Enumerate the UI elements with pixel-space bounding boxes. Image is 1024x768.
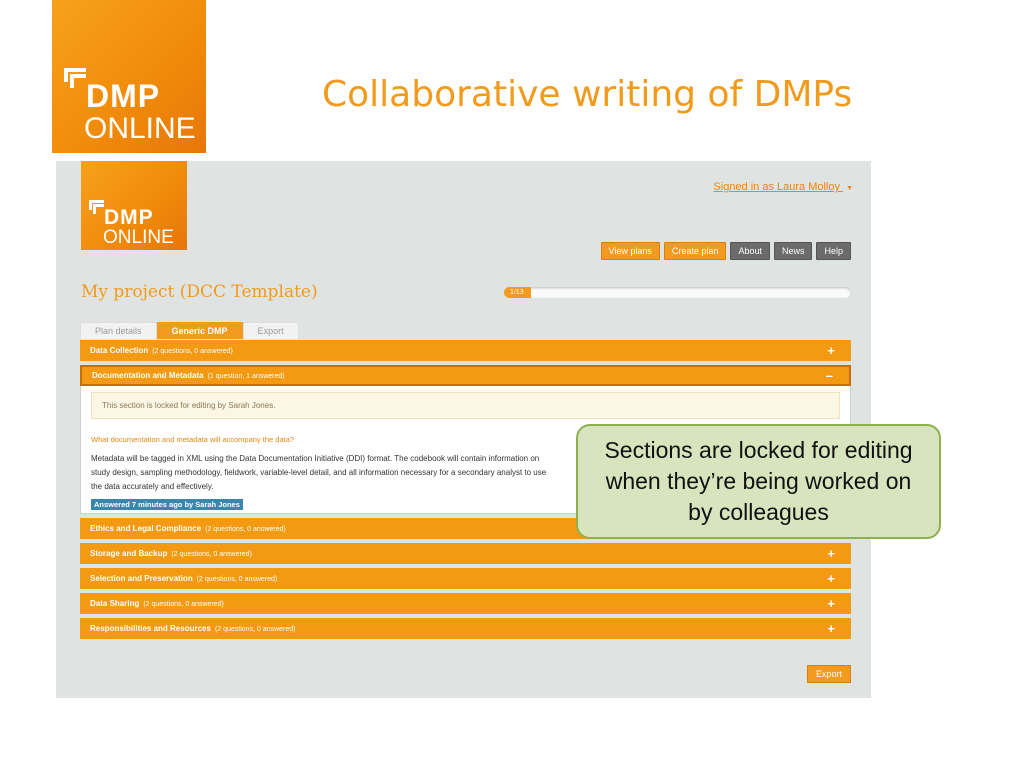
section-name: Responsibilities and Resources [90,624,211,633]
section-count: (1 question, 1 answered) [207,373,285,380]
progress-fill: 1/13 [504,287,531,298]
section-count: (2 questions, 0 answered) [214,626,296,633]
tab-generic-dmp[interactable]: Generic DMP [156,322,243,339]
section-documentation-metadata[interactable]: Documentation and Metadata (1 question, 1… [80,365,851,386]
answered-badge: Answered 7 minutes ago by Sarah Jones [91,499,243,510]
section-count: (2 questions, 0 answered) [152,348,233,355]
section-name: Ethics and Legal Compliance [90,524,202,533]
section-name: Storage and Backup [90,549,168,558]
expand-icon[interactable]: + [827,618,835,639]
plan-tabs: Plan details Generic DMP Export [80,322,299,339]
signed-in-menu[interactable]: Signed in as Laura Molloy ▼ [713,181,853,193]
section-count: (2 questions, 0 answered) [143,601,224,608]
tab-export[interactable]: Export [242,322,299,339]
answer-text: Metadata will be tagged in XML using the… [91,454,547,491]
section-responsibilities-resources[interactable]: Responsibilities and Resources (2 questio… [80,618,851,639]
progress-label: 1/13 [510,289,524,296]
signed-in-label: Signed in as Laura Molloy [713,181,840,193]
help-button[interactable]: Help [816,242,851,260]
section-count: (2 questions, 0 answered) [196,576,278,583]
dmponline-mark-icon [64,68,88,94]
dmponline-logo: DMP ONLINE [52,0,206,153]
section-name: Data Collection [90,346,149,355]
logo-text-online: ONLINE [103,227,174,248]
logo-text-dmp: DMP [86,78,161,114]
tab-plan-details[interactable]: Plan details [80,322,157,339]
callout-text: Sections are locked for editing when the… [604,437,913,525]
expand-icon[interactable]: + [827,593,835,614]
create-plan-button[interactable]: Create plan [663,242,727,260]
view-plans-button[interactable]: View plans [600,242,660,260]
section-count: (2 questions, 0 answered) [205,526,286,533]
top-nav: View plans Create plan About News Help [600,242,851,260]
progress-bar: 1/13 [504,287,851,298]
logo-text-online: ONLINE [84,112,196,145]
callout-box: Sections are locked for editing when the… [576,424,941,539]
about-button[interactable]: About [730,242,770,260]
collapse-icon[interactable]: – [826,367,833,384]
caret-down-icon: ▼ [846,185,853,192]
section-data-sharing[interactable]: Data Sharing (2 questions, 0 answered) + [80,593,851,614]
expand-icon[interactable]: + [827,340,835,361]
expand-icon[interactable]: + [827,568,835,589]
section-name: Selection and Preservation [90,574,193,583]
news-button[interactable]: News [773,242,813,260]
section-name: Documentation and Metadata [92,371,204,380]
expand-icon[interactable]: + [827,543,835,564]
dmponline-app-logo[interactable]: DMP ONLINE [81,161,187,250]
section-name: Data Sharing [90,599,140,608]
section-data-collection[interactable]: Data Collection (2 questions, 0 answered)… [80,340,851,361]
export-button[interactable]: Export [806,665,851,683]
section-count: (2 questions, 0 answered) [171,551,252,558]
lock-notice: This section is locked for editing by Sa… [91,392,840,419]
section-selection-preservation[interactable]: Selection and Preservation (2 questions, … [80,568,851,589]
slide-title: Collaborative writing of DMPs [322,74,853,115]
project-title: My project (DCC Template) [81,282,318,302]
section-storage-backup[interactable]: Storage and Backup (2 questions, 0 answer… [80,543,851,564]
